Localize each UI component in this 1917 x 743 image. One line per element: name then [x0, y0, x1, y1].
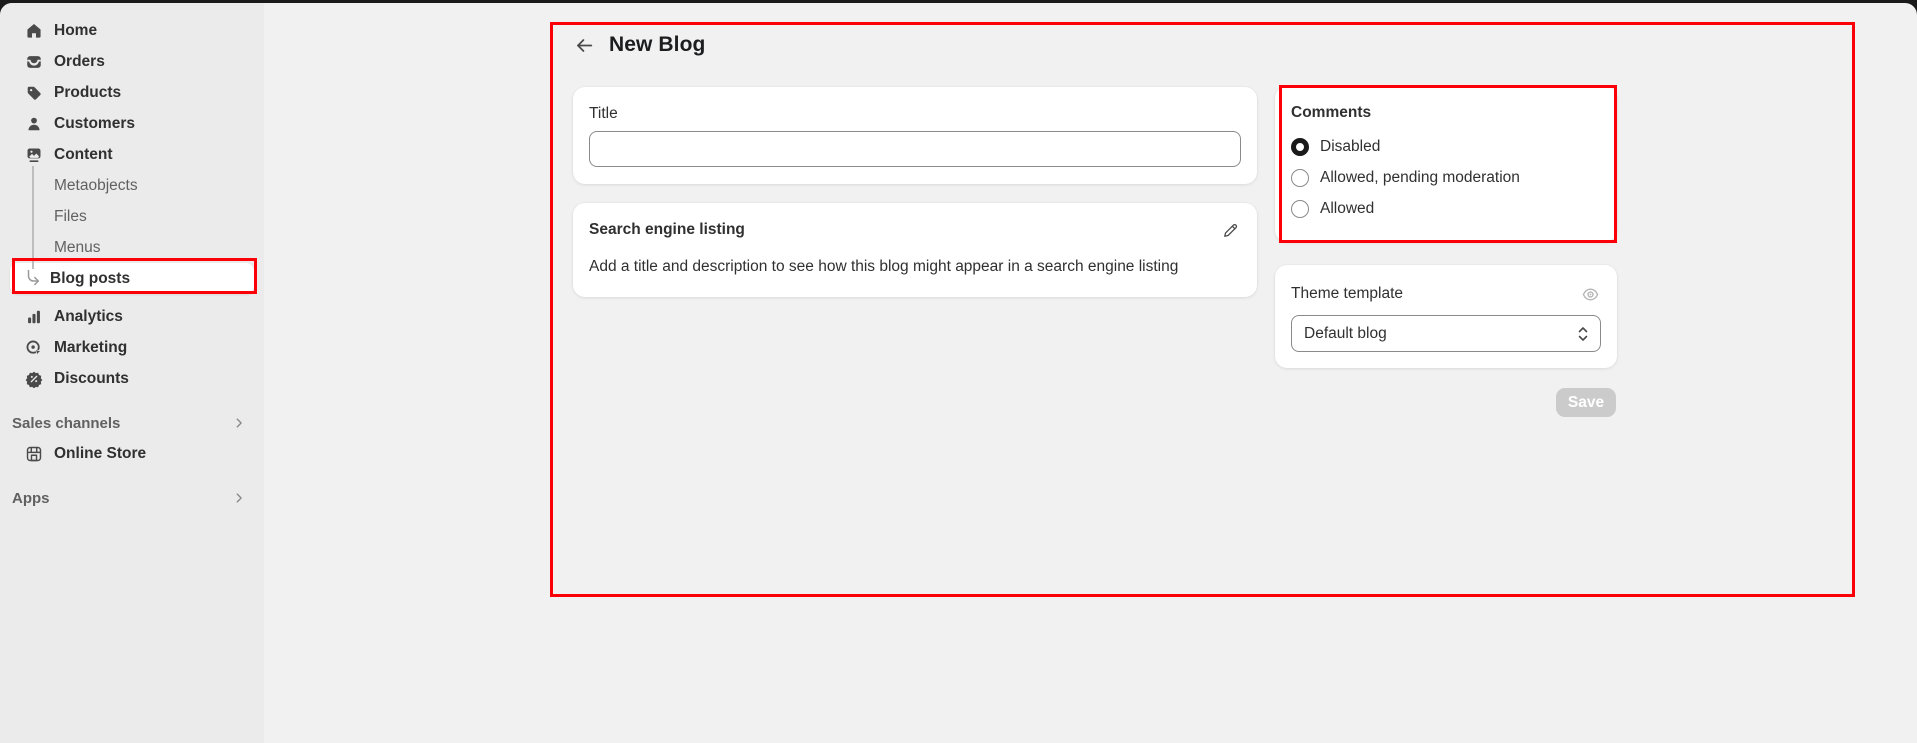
discounts-icon — [24, 369, 44, 389]
content-icon — [24, 145, 44, 165]
sidebar-item-metaobjects[interactable]: Metaobjects — [10, 170, 254, 201]
section-label: Apps — [12, 490, 50, 507]
pencil-icon — [1222, 222, 1239, 239]
theme-template-select[interactable]: Default blog — [1291, 315, 1601, 352]
marketing-icon — [24, 338, 44, 358]
home-icon — [24, 21, 44, 41]
eye-icon — [1581, 285, 1600, 304]
radio-comments-disabled[interactable]: Disabled — [1291, 131, 1601, 162]
chevron-right-icon — [232, 416, 246, 430]
sidebar-item-content[interactable]: Content — [10, 139, 254, 170]
sidebar-item-customers[interactable]: Customers — [10, 108, 254, 139]
radio-selected-icon — [1291, 138, 1309, 156]
sidebar-item-label: Blog posts — [50, 270, 130, 288]
online-store-icon — [24, 444, 44, 464]
theme-template-label: Theme template — [1291, 285, 1403, 303]
sidebar-item-label: Orders — [54, 53, 105, 71]
sidebar-item-home[interactable]: Home — [10, 15, 254, 46]
products-icon — [24, 83, 44, 103]
orders-icon — [24, 52, 44, 72]
sidebar-item-label: Customers — [54, 115, 135, 133]
title-input[interactable] — [589, 131, 1241, 167]
back-button[interactable] — [573, 34, 595, 56]
chevron-right-icon — [232, 491, 246, 505]
select-chevrons-icon — [1576, 325, 1590, 343]
seo-card-title: Search engine listing — [589, 221, 745, 239]
sidebar-item-marketing[interactable]: Marketing — [10, 332, 254, 363]
sidebar-item-label: Metaobjects — [54, 177, 138, 195]
sidebar-item-orders[interactable]: Orders — [10, 46, 254, 77]
comments-card: Comments Disabled Allowed, pending moder… — [1275, 86, 1617, 242]
preview-theme-button[interactable] — [1579, 283, 1601, 305]
select-value: Default blog — [1304, 325, 1387, 343]
title-card: Title — [573, 87, 1257, 184]
sidebar: Home Orders Products Customers Content — [0, 3, 264, 743]
page-title: New Blog — [609, 33, 705, 57]
radio-label: Disabled — [1320, 138, 1380, 156]
radio-unselected-icon — [1291, 169, 1309, 187]
title-label: Title — [589, 105, 618, 122]
theme-template-card: Theme template Default blog — [1275, 265, 1617, 368]
section-label: Sales channels — [12, 415, 120, 432]
sidebar-item-label: Discounts — [54, 370, 129, 388]
sidebar-item-menus[interactable]: Menus — [10, 232, 254, 263]
sidebar-item-label: Marketing — [54, 339, 127, 357]
analytics-icon — [24, 307, 44, 327]
sidebar-item-label: Files — [54, 208, 87, 226]
sidebar-item-label: Menus — [54, 239, 101, 257]
customers-icon — [24, 114, 44, 134]
sidebar-item-label: Online Store — [54, 445, 146, 463]
sidebar-item-files[interactable]: Files — [10, 201, 254, 232]
arrow-left-icon — [574, 35, 595, 56]
sidebar-item-label: Analytics — [54, 308, 123, 326]
sidebar-item-analytics[interactable]: Analytics — [10, 301, 254, 332]
sidebar-item-discounts[interactable]: Discounts — [10, 363, 254, 394]
comments-card-title: Comments — [1291, 104, 1601, 122]
seo-card-description: Add a title and description to see how t… — [589, 258, 1241, 276]
sidebar-item-products[interactable]: Products — [10, 77, 254, 108]
sidebar-item-blog-posts[interactable]: Blog posts — [10, 263, 254, 294]
radio-label: Allowed — [1320, 200, 1374, 218]
edit-seo-button[interactable] — [1219, 219, 1241, 241]
page-header: New Blog — [573, 33, 705, 57]
sidebar-item-label: Products — [54, 84, 121, 102]
sidebar-item-label: Home — [54, 22, 97, 40]
radio-unselected-icon — [1291, 200, 1309, 218]
app-frame: Home Orders Products Customers Content — [0, 3, 1917, 743]
sidebar-section-apps[interactable]: Apps — [0, 483, 264, 513]
sidebar-item-label: Content — [54, 146, 113, 164]
sidebar-item-online-store[interactable]: Online Store — [10, 438, 254, 469]
save-button[interactable]: Save — [1556, 388, 1616, 417]
content-tree-line — [32, 166, 34, 269]
radio-comments-pending-moderation[interactable]: Allowed, pending moderation — [1291, 162, 1601, 193]
sidebar-section-sales-channels[interactable]: Sales channels — [0, 408, 264, 438]
elbow-arrow-icon — [24, 270, 42, 288]
radio-comments-allowed[interactable]: Allowed — [1291, 193, 1601, 224]
search-engine-listing-card: Search engine listing Add a title and de… — [573, 203, 1257, 297]
radio-label: Allowed, pending moderation — [1320, 169, 1520, 187]
